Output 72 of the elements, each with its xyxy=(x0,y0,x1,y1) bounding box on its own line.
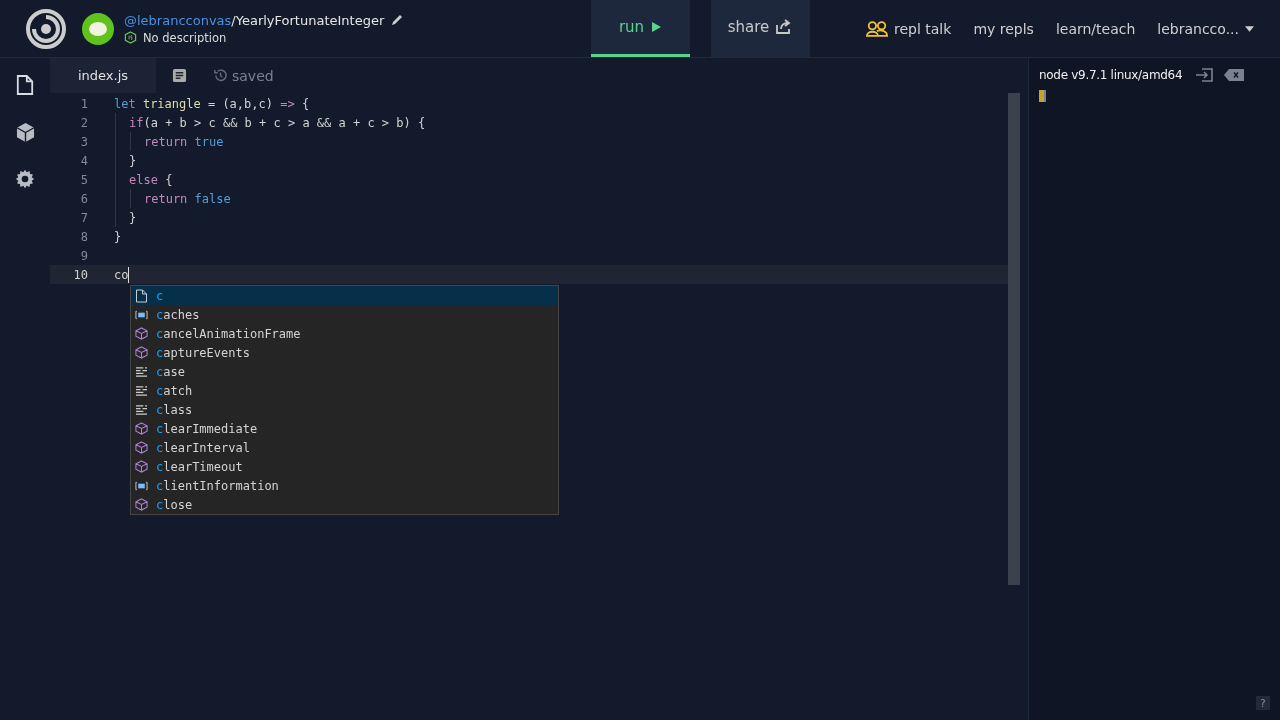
line-number: 4 xyxy=(79,153,88,168)
js-icon xyxy=(124,31,137,44)
suggestion-item[interactable]: clearImmediate xyxy=(131,419,558,438)
notes-icon[interactable] xyxy=(172,68,187,83)
play-icon xyxy=(650,21,663,33)
history-icon xyxy=(213,68,228,83)
line-number: 2 xyxy=(79,115,88,130)
code-line: } xyxy=(129,153,137,168)
help-button[interactable]: ? xyxy=(1256,696,1270,710)
repl-name: /YearlyFortunateInteger xyxy=(231,12,385,28)
file-icon xyxy=(135,288,148,303)
cube-icon xyxy=(135,460,148,473)
pencil-icon[interactable] xyxy=(390,13,405,27)
owner-link[interactable]: @lebrancconvas xyxy=(124,12,232,28)
line-number: 1 xyxy=(79,96,88,111)
header-tab[interactable]: share xyxy=(711,0,810,57)
code-line: } xyxy=(129,210,137,225)
line-number: 5 xyxy=(79,172,88,187)
settings-icon[interactable] xyxy=(15,169,35,189)
cube-icon xyxy=(135,346,148,359)
nav-link[interactable]: my repls xyxy=(973,20,1034,37)
caret-icon xyxy=(1245,25,1254,32)
input-icon[interactable] xyxy=(1194,67,1215,83)
suggestion-item[interactable]: clearInterval xyxy=(131,438,558,457)
keyword-icon xyxy=(135,404,148,415)
cube-icon xyxy=(135,441,148,454)
console-version: node v9.7.1 linux/amd64 xyxy=(1039,68,1183,82)
clear-icon[interactable] xyxy=(1224,69,1245,81)
variable-icon xyxy=(135,480,148,491)
line-number: 3 xyxy=(79,134,88,149)
suggestion-item[interactable]: class xyxy=(131,400,558,419)
cube-icon[interactable] xyxy=(15,122,35,143)
suggestion-item[interactable]: close xyxy=(131,495,558,514)
suggestion-item[interactable]: c xyxy=(131,286,558,305)
suggestion-item[interactable]: captureEvents xyxy=(131,343,558,362)
code-line: co xyxy=(114,266,130,283)
logo-icon[interactable] xyxy=(26,8,66,49)
people-icon xyxy=(866,20,888,37)
suggestion-item[interactable]: clientInformation xyxy=(131,476,558,495)
keyword-icon xyxy=(135,385,148,396)
nav-link[interactable]: repl talk xyxy=(866,20,952,37)
keyword-icon xyxy=(135,366,148,377)
code-line: } xyxy=(114,229,122,244)
nav-link[interactable]: learn/teach xyxy=(1055,20,1136,37)
nav-link[interactable]: lebrancco... xyxy=(1157,20,1254,37)
cube-icon xyxy=(135,327,148,340)
files-icon[interactable] xyxy=(16,74,34,96)
variable-icon xyxy=(135,309,148,320)
code-line: else { xyxy=(129,172,173,187)
repl-description: No description xyxy=(143,30,227,45)
save-status: saved xyxy=(232,67,274,84)
code-line: return true xyxy=(144,134,224,149)
line-number: 7 xyxy=(79,210,88,225)
cube-icon xyxy=(135,422,148,435)
header-tab[interactable]: run xyxy=(591,0,690,57)
suggestion-item[interactable]: cancelAnimationFrame xyxy=(131,324,558,343)
cube-icon xyxy=(135,498,148,511)
line-number: 10 xyxy=(72,267,88,282)
suggestion-item[interactable]: case xyxy=(131,362,558,381)
suggestion-item[interactable]: caches xyxy=(131,305,558,324)
line-number: 9 xyxy=(79,248,88,263)
suggestion-item[interactable]: clearTimeout xyxy=(131,457,558,476)
console-cursor xyxy=(1039,90,1046,102)
suggestion-item[interactable]: catch xyxy=(131,381,558,400)
file-tab[interactable]: index.js xyxy=(50,58,156,93)
line-number: 6 xyxy=(79,191,88,206)
code-line: let triangle = (a,b,c) => { xyxy=(114,96,310,111)
avatar-icon[interactable] xyxy=(82,12,114,45)
line-number: 8 xyxy=(79,229,88,244)
code-line: return false xyxy=(144,191,231,206)
scrollbar-thumb[interactable] xyxy=(1008,93,1020,585)
code-line: if(a + b > c && b + c > a && a + c > b) { xyxy=(129,115,426,130)
